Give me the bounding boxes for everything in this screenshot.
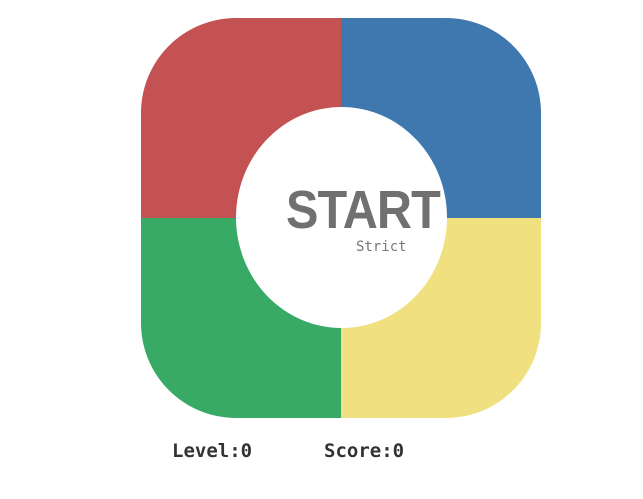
score-label: Score: [324,440,393,462]
score-display: Score:0 [324,440,404,462]
score-value: 0 [392,440,405,462]
start-button[interactable]: START [286,183,441,237]
strict-mode-button[interactable]: Strict [356,239,407,255]
level-value: 0 [240,440,253,462]
level-label: Level: [172,440,241,462]
center-control-panel: START Strict [236,107,447,328]
level-display: Level:0 [172,440,252,462]
